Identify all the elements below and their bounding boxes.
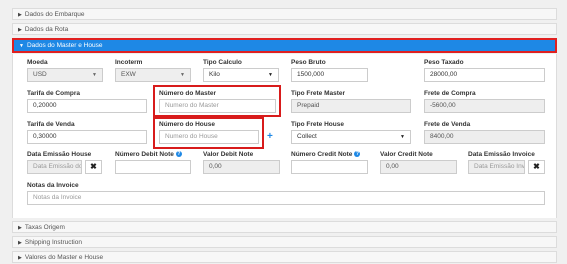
numero-master-label: Número do Master bbox=[159, 90, 217, 97]
chevron-down-icon: ▼ bbox=[268, 72, 273, 78]
numero-house-input[interactable]: Numero do House bbox=[159, 130, 259, 144]
panel-title: Taxas Origem bbox=[24, 224, 65, 231]
incoterm-select[interactable]: EXW ▼ bbox=[115, 68, 191, 82]
valor-credit-note-input: 0,00 bbox=[380, 160, 457, 174]
tarifa-venda-input[interactable]: 0,30000 bbox=[27, 130, 147, 144]
tipo-frete-house-label: Tipo Frete House bbox=[291, 121, 344, 128]
panel-taxas-origem[interactable]: ▶ Taxas Origem bbox=[12, 221, 557, 233]
data-emissao-house-input[interactable]: Data Emissão do bbox=[27, 160, 82, 174]
info-icon: ? bbox=[354, 151, 361, 158]
caret-right-icon: ▶ bbox=[18, 12, 22, 18]
tarifa-compra-label: Tarifa de Compra bbox=[27, 90, 80, 97]
tipo-frete-master-label: Tipo Frete Master bbox=[291, 90, 346, 97]
incoterm-label: Incoterm bbox=[115, 59, 143, 66]
panel-dados-embarque[interactable]: ▶ Dados do Embarque bbox=[12, 8, 557, 20]
caret-down-icon: ▼ bbox=[19, 43, 24, 49]
tipo-calculo-label: Tipo Calculo bbox=[203, 59, 242, 66]
tarifa-compra-input[interactable]: 0,20000 bbox=[27, 99, 147, 113]
panel-shipping-instruction[interactable]: ▶ Shipping Instruction bbox=[12, 236, 557, 248]
numero-debit-note-input[interactable] bbox=[115, 160, 191, 174]
panel-dados-master-house[interactable]: ▼ Dados do Master e House bbox=[12, 38, 557, 53]
tarifa-venda-label: Tarifa de Venda bbox=[27, 121, 75, 128]
panel-title: Dados do Master e House bbox=[26, 42, 103, 49]
data-emissao-house-label: Data Emissão House bbox=[27, 151, 92, 158]
valor-debit-note-label: Valor Debit Note bbox=[203, 151, 254, 158]
panel-dados-rota[interactable]: ▶ Dados da Rota bbox=[12, 23, 557, 35]
peso-taxado-input[interactable]: 28000,00 bbox=[424, 68, 545, 82]
valor-credit-note-label: Valor Credit Note bbox=[380, 151, 433, 158]
tipo-calculo-select[interactable]: Kilo ▼ bbox=[203, 68, 279, 82]
panel-valores-master-house[interactable]: ▶ Valores do Master e House bbox=[12, 251, 557, 263]
chevron-down-icon: ▼ bbox=[180, 72, 185, 78]
chevron-down-icon: ▼ bbox=[400, 134, 405, 140]
frete-compra-label: Frete de Compra bbox=[424, 90, 476, 97]
clear-date-invoice-icon[interactable]: ✖ bbox=[528, 160, 545, 174]
caret-right-icon: ▶ bbox=[18, 255, 22, 261]
chevron-down-icon: ▼ bbox=[92, 72, 97, 78]
peso-bruto-label: Peso Bruto bbox=[291, 59, 326, 66]
caret-right-icon: ▶ bbox=[18, 240, 22, 246]
panel-title: Dados da Rota bbox=[24, 26, 69, 33]
numero-credit-note-input[interactable] bbox=[291, 160, 368, 174]
valor-debit-note-input: 0,00 bbox=[203, 160, 280, 174]
panel-title: Dados do Embarque bbox=[24, 11, 85, 18]
numero-credit-note-label: Número Credit Note? bbox=[291, 151, 361, 158]
notas-invoice-label: Notas da Invoice bbox=[27, 182, 79, 189]
tipo-frete-house-select[interactable]: Collect ▼ bbox=[291, 130, 411, 144]
add-house-icon[interactable]: + bbox=[267, 132, 273, 142]
moeda-select[interactable]: USD ▼ bbox=[27, 68, 103, 82]
caret-right-icon: ▶ bbox=[18, 27, 22, 33]
info-icon: ? bbox=[175, 151, 182, 158]
caret-right-icon: ▶ bbox=[18, 225, 22, 231]
panel-title: Shipping Instruction bbox=[24, 239, 82, 246]
peso-bruto-input[interactable]: 1500,000 bbox=[291, 68, 368, 82]
numero-debit-note-label: Número Debit Note? bbox=[115, 151, 182, 158]
tipo-frete-master-input: Prepaid bbox=[291, 99, 411, 113]
numero-master-input[interactable]: Numero do Master bbox=[159, 99, 276, 113]
moeda-label: Moeda bbox=[27, 59, 48, 66]
notas-invoice-input[interactable]: Notas da Invoice bbox=[27, 191, 545, 205]
frete-venda-input: 8400,00 bbox=[424, 130, 545, 144]
data-emissao-invoice-input[interactable]: Data Emissão Inv bbox=[468, 160, 525, 174]
clear-date-house-icon[interactable]: ✖ bbox=[85, 160, 102, 174]
frete-compra-input: -5600,00 bbox=[424, 99, 545, 113]
data-emissao-invoice-label: Data Emissão Invoice bbox=[468, 151, 535, 158]
frete-venda-label: Frete de Venda bbox=[424, 121, 471, 128]
peso-taxado-label: Peso Taxado bbox=[424, 59, 464, 66]
numero-house-label: Número do House bbox=[159, 121, 215, 128]
